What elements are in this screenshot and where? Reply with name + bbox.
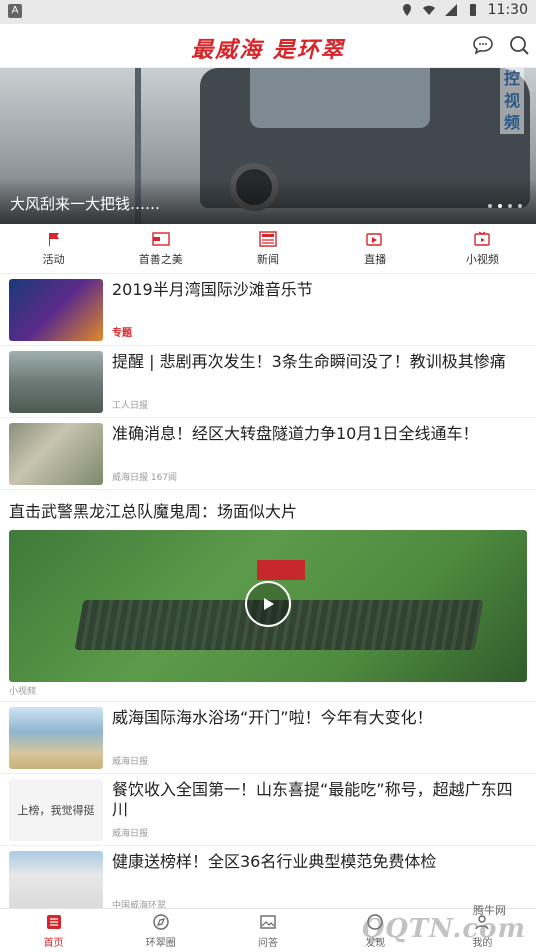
tab-label: 首善之美 [138,252,183,266]
app-header: 最威海 是环翠 [0,24,536,68]
thumbnail-text: 上榜，我觉得挺 [17,804,95,817]
feed-thumbnail: 上榜，我觉得挺 [9,779,103,841]
nav-label: 首页 [43,937,64,949]
status-time: 11:30 [487,2,528,18]
carousel-dot [498,204,502,208]
location-icon [402,4,411,16]
feed-item[interactable]: 上榜，我觉得挺 餐饮收入全国第一！山东喜提“最能吃”称号，超越广东四川 威海日报 [0,774,536,846]
nav-home[interactable]: 首页 [0,909,107,952]
feed-item[interactable]: 健康送榜样！全区36名行业典型模范免费体检 中国威海环翠 [0,846,536,908]
play-icon [264,598,274,610]
feed-item[interactable]: 2019半月湾国际沙滩音乐节 专题 [0,274,536,346]
banner-carousel[interactable]: 控视频 大风刮来一大把钱…… [0,68,536,224]
play-button[interactable] [245,581,291,627]
flag-icon [48,232,59,246]
feed-thumbnail [9,351,103,413]
signal-icon [444,4,457,16]
home-list-icon [46,914,61,929]
tab-short-video[interactable]: 小视频 [429,224,536,273]
slide-icon [152,231,170,246]
nav-label: 问答 [258,937,278,949]
nav-label: 发现 [365,937,386,949]
nav-discover[interactable]: 发现 [322,909,429,952]
status-bar: A 11:30 [0,0,536,24]
news-icon [259,230,277,247]
feed-item-source: 威海日报 167阅 [112,473,178,483]
compass-icon [153,913,169,930]
search-icon [510,36,529,55]
category-tabs: 活动 首善之美 新闻 直播 小视频 [0,224,536,274]
tab-live[interactable]: 直播 [322,224,429,273]
feed-item-source: 威海日报 [112,757,149,767]
feed-thumbnail [9,279,103,341]
carousel-dots [488,204,522,208]
flag-shape [257,560,305,580]
feed-item-title: 提醒 | 悲剧再次发生！3条生命瞬间没了！教训极其惨痛 [112,352,506,371]
tab-label: 新闻 [257,252,279,266]
message-button[interactable] [472,34,494,56]
feed-item[interactable]: 提醒 | 悲剧再次发生！3条生命瞬间没了！教训极其惨痛 工人日报 [0,346,536,418]
nav-mine[interactable]: 我的 [429,909,536,952]
feed-item-title: 威海国际海水浴场“开门”啦！今年有大变化！ [112,708,433,727]
feed-item-title: 准确消息！经区大转盘隧道力争10月1日全线通车！ [112,424,479,443]
feed-thumbnail [9,707,103,769]
feed-thumbnail [9,423,103,485]
feed-item-title: 健康送榜样！全区36名行业典型模范免费体检 [112,852,437,871]
live-icon [366,232,382,246]
feed-item-title: 餐饮收入全国第一！山东喜提“最能吃”称号，超越广东四川 [112,780,513,819]
feed-item-source: 威海日报 [112,829,149,839]
video-thumbnail [9,530,527,682]
feed-item[interactable]: 准确消息！经区大转盘隧道力争10月1日全线通车！ 威海日报 167阅 [0,418,536,490]
notification-icon: A [8,4,22,18]
video-item[interactable]: 直击武警黑龙江总队魔鬼周：场面似大片 小视频 [0,490,536,702]
video-category: 小视频 [9,687,37,697]
feed-item-source: 中国威海环翠 [112,901,167,908]
tab-label: 小视频 [465,252,499,266]
banner-caption: 大风刮来一大把钱…… [10,195,161,213]
search-button[interactable] [508,34,530,56]
carousel-dot [508,204,512,208]
banner-car-window [250,68,430,128]
tv-icon [474,231,491,246]
nav-label: 环翠圈 [145,937,176,949]
tab-beauty[interactable]: 首善之美 [107,224,214,273]
video-title: 直击武警黑龙江总队魔鬼周：场面似大片 [9,502,298,521]
feed-item[interactable]: 威海国际海水浴场“开门”啦！今年有大变化！ 威海日报 [0,702,536,774]
status-icons: 11:30 [400,2,528,18]
tab-label: 直播 [364,252,387,266]
nav-label: 我的 [472,937,493,949]
banner-side-tag: 控视频 [500,68,524,134]
tab-activity[interactable]: 活动 [0,224,107,273]
news-feed: 2019半月湾国际沙滩音乐节 专题 提醒 | 悲剧再次发生！3条生命瞬间没了！教… [0,274,536,908]
battery-icon [469,4,476,16]
wifi-icon [422,5,435,15]
carousel-dot [488,204,492,208]
bottom-navigation: 首页 环翠圈 问答 发现 我的 [0,908,536,952]
profile-icon [475,914,490,929]
discover-icon [367,913,383,930]
feed-item-source: 工人日报 [112,401,149,411]
feed-item-title: 2019半月湾国际沙滩音乐节 [112,280,313,299]
image-icon [260,914,276,929]
tab-label: 活动 [42,252,65,266]
carousel-dot [518,204,522,208]
message-icon [473,36,493,55]
feed-thumbnail [9,851,103,908]
nav-circle[interactable]: 环翠圈 [107,909,214,952]
nav-qa[interactable]: 问答 [214,909,321,952]
app-title: 最威海 是环翠 [191,37,345,63]
feed-item-tag: 专题 [112,328,132,339]
tab-news[interactable]: 新闻 [214,224,321,273]
